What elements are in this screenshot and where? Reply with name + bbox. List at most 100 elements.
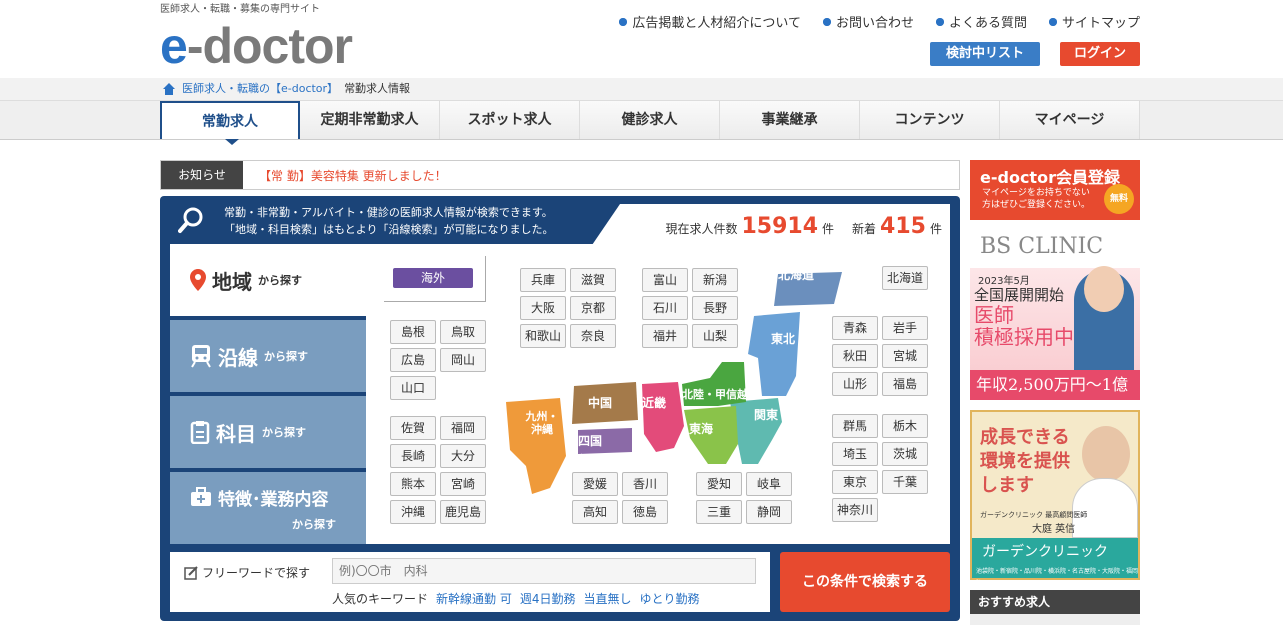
- pref-hiroshima[interactable]: 広島: [390, 348, 436, 372]
- pref-fukui[interactable]: 福井: [642, 324, 688, 348]
- pref-saga[interactable]: 佐賀: [390, 416, 436, 440]
- pref-okinawa[interactable]: 沖縄: [390, 500, 436, 524]
- home-icon[interactable]: [162, 83, 176, 95]
- pref-tochigi[interactable]: 栃木: [882, 414, 928, 438]
- tab-contents[interactable]: コンテンツ: [860, 101, 1000, 139]
- pref-kagawa[interactable]: 香川: [622, 472, 668, 496]
- pref-ehime[interactable]: 愛媛: [572, 472, 618, 496]
- pref-wakayama[interactable]: 和歌山: [520, 324, 566, 348]
- keyword-link[interactable]: 当直無し: [583, 590, 631, 607]
- pref-shimane[interactable]: 島根: [390, 320, 436, 344]
- tab-succession[interactable]: 事業継承: [720, 101, 860, 139]
- link-sitemap[interactable]: サイトマップ: [1048, 12, 1140, 31]
- link-contact[interactable]: お問い合わせ: [822, 12, 914, 31]
- region-label-tohoku[interactable]: 東北: [771, 330, 795, 347]
- news-link[interactable]: 【常 勤】美容特集 更新しました！: [243, 167, 447, 184]
- pref-overseas[interactable]: 海外: [393, 268, 473, 288]
- pref-tottori[interactable]: 鳥取: [440, 320, 486, 344]
- region-label-shikoku[interactable]: 四国: [578, 432, 602, 449]
- news-label: お知らせ: [161, 161, 243, 189]
- recommended-jobs-header: おすすめ求人: [970, 590, 1140, 614]
- tab-spot[interactable]: スポット求人: [440, 101, 580, 139]
- tab-mypage[interactable]: マイページ: [1000, 101, 1140, 139]
- pref-kyoto[interactable]: 京都: [570, 296, 616, 320]
- garden-clinic-logo: ガーデンクリニック: [972, 538, 1138, 566]
- pref-oita[interactable]: 大分: [440, 444, 486, 468]
- region-tohoku: [748, 312, 800, 396]
- pref-aichi[interactable]: 愛知: [696, 472, 742, 496]
- pref-shiga[interactable]: 滋賀: [570, 268, 616, 292]
- search-by-specialty[interactable]: 科目 から探す: [170, 396, 366, 468]
- pref-yamagata[interactable]: 山形: [832, 372, 878, 396]
- edit-icon: [184, 565, 198, 580]
- region-label-chugoku[interactable]: 中国: [588, 394, 612, 411]
- pref-toyama[interactable]: 富山: [642, 268, 688, 292]
- keyword-link[interactable]: 週4日勤務: [520, 590, 576, 607]
- pref-nagasaki[interactable]: 長崎: [390, 444, 436, 468]
- pref-fukushima[interactable]: 福島: [882, 372, 928, 396]
- pref-niigata[interactable]: 新潟: [692, 268, 738, 292]
- pref-yamaguchi[interactable]: 山口: [390, 376, 436, 400]
- pref-miyazaki[interactable]: 宮崎: [440, 472, 486, 496]
- garden-clinic-banner[interactable]: 成長できる環境を提供します ガーデンクリニック 最高顧問医師 大庭 英信 ガーデ…: [970, 410, 1140, 587]
- tab-checkup[interactable]: 健診求人: [580, 101, 720, 139]
- bs-clinic-logo: BS CLINIC: [980, 234, 1104, 259]
- link-advertising[interactable]: 広告掲載と人材紹介について: [619, 12, 801, 31]
- search-by-feature[interactable]: 特徴･業務内容 から探す: [170, 472, 366, 544]
- site-logo[interactable]: e-doctor: [160, 18, 353, 74]
- pref-mie[interactable]: 三重: [696, 500, 742, 524]
- region-label-hokkaido[interactable]: 北海道: [778, 266, 814, 283]
- pref-shizuoka[interactable]: 静岡: [746, 500, 792, 524]
- tab-regular-parttime[interactable]: 定期非常勤求人: [300, 101, 440, 139]
- pref-kagoshima[interactable]: 鹿児島: [440, 500, 486, 524]
- region-kinki: [642, 382, 684, 452]
- pref-iwate[interactable]: 岩手: [882, 316, 928, 340]
- keyword-link[interactable]: ゆとり勤務: [640, 590, 700, 607]
- pref-tokyo[interactable]: 東京: [832, 470, 878, 494]
- pref-ibaraki[interactable]: 茨城: [882, 442, 928, 466]
- pref-gunma[interactable]: 群馬: [832, 414, 878, 438]
- pref-miyagi[interactable]: 宮城: [882, 344, 928, 368]
- pref-hyogo[interactable]: 兵庫: [520, 268, 566, 292]
- region-label-tokai[interactable]: 東海: [689, 420, 713, 437]
- pref-tokushima[interactable]: 徳島: [622, 500, 668, 524]
- bullet-icon: [935, 17, 944, 26]
- bs-clinic-banner[interactable]: BS CLINIC 2023年5月 全国展開開始 医師 積極採用中 年収2,500…: [970, 230, 1140, 400]
- pref-kanagawa[interactable]: 神奈川: [832, 498, 878, 522]
- pref-fukuoka[interactable]: 福岡: [440, 416, 486, 440]
- freeword-input[interactable]: [332, 558, 756, 584]
- member-register-banner[interactable]: e-doctor会員登録 マイページをお持ちでない 方はぜひご登録ください。 無料: [970, 160, 1140, 220]
- pref-kumamoto[interactable]: 熊本: [390, 472, 436, 496]
- main-nav: 常勤求人 定期非常勤求人 スポット求人 健診求人 事業継承 コンテンツ マイペー…: [0, 100, 1283, 145]
- search-submit-button[interactable]: この条件で検索する: [780, 552, 950, 612]
- pref-nara[interactable]: 奈良: [570, 324, 616, 348]
- pref-okayama[interactable]: 岡山: [440, 348, 486, 372]
- pref-nagano[interactable]: 長野: [692, 296, 738, 320]
- pref-hokkaido[interactable]: 北海道: [882, 266, 928, 290]
- doctor-photo: [1082, 426, 1130, 482]
- pref-akita[interactable]: 秋田: [832, 344, 878, 368]
- keyword-link[interactable]: 新幹線通勤 可: [436, 590, 512, 607]
- login-button[interactable]: ログイン: [1060, 42, 1140, 66]
- pref-kochi[interactable]: 高知: [572, 500, 618, 524]
- region-label-kinki[interactable]: 近畿: [642, 394, 666, 411]
- search-by-line[interactable]: 沿線 から探す: [170, 320, 366, 392]
- region-label-hokuriku[interactable]: 北陸・甲信越: [682, 386, 748, 402]
- search-by-area[interactable]: 地域 から探す: [170, 244, 366, 316]
- pref-aomori[interactable]: 青森: [832, 316, 878, 340]
- pref-gifu[interactable]: 岐阜: [746, 472, 792, 496]
- tab-fulltime[interactable]: 常勤求人: [160, 101, 300, 145]
- pref-chiba[interactable]: 千葉: [882, 470, 928, 494]
- region-label-kanto[interactable]: 関東: [754, 406, 778, 423]
- link-faq[interactable]: よくある質問: [935, 12, 1027, 31]
- news-bar: お知らせ 【常 勤】美容特集 更新しました！: [160, 160, 960, 190]
- pref-saitama[interactable]: 埼玉: [832, 442, 878, 466]
- pref-ishikawa[interactable]: 石川: [642, 296, 688, 320]
- pref-osaka[interactable]: 大阪: [520, 296, 566, 320]
- pref-yamanashi[interactable]: 山梨: [692, 324, 738, 348]
- saved-list-button[interactable]: 検討中リスト: [930, 42, 1040, 66]
- medical-bag-icon: [191, 487, 211, 506]
- region-label-kyushu[interactable]: 九州・沖縄: [522, 410, 562, 436]
- breadcrumb-home[interactable]: 医師求人・転職の【e-doctor】: [182, 78, 338, 100]
- clipboard-icon: [190, 421, 210, 444]
